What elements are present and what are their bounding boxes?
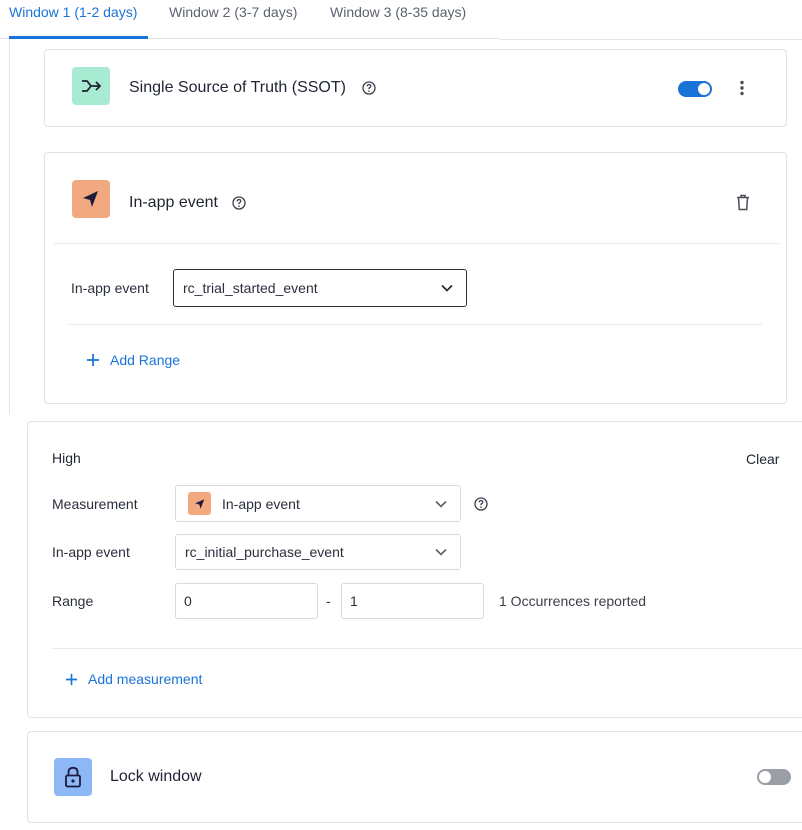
plus-icon [65,673,78,685]
measurement-select[interactable]: In-app event [175,485,461,522]
measurement-label: Measurement [52,496,138,512]
ssot-toggle[interactable] [678,81,712,97]
inapp-event-card: In-app event In-app event rc_trial_start… [44,152,787,404]
clear-button[interactable]: Clear [746,451,779,467]
toggle-knob [698,83,710,95]
chevron-down-icon [435,548,447,556]
navigation-arrow-icon [188,492,211,515]
ssot-title: Single Source of Truth (SSOT) [129,79,346,96]
tab-window-3[interactable]: Window 3 (8-35 days) [330,4,466,20]
select-value: rc_trial_started_event [183,280,318,296]
high-title: High [52,450,81,466]
divider [69,324,762,325]
inapp-event-label: In-app event [52,544,130,560]
inapp-card-title: In-app event [129,194,218,211]
merge-arrows-icon [72,67,110,105]
window-tabs: Window 1 (1-2 days) Window 2 (3-7 days) … [0,0,500,39]
occurrences-text: 1 Occurrences reported [499,593,647,609]
range-to-input[interactable] [341,583,484,619]
help-icon[interactable] [474,497,488,511]
divider [500,39,802,40]
tab-window-1[interactable]: Window 1 (1-2 days) [9,4,137,20]
trash-icon[interactable] [736,194,750,211]
add-range-label: Add Range [110,352,181,368]
inapp-event-select[interactable]: rc_trial_started_event [173,269,467,307]
plus-icon [87,354,99,366]
add-measurement-button[interactable]: Add measurement [65,671,202,687]
range-from-input[interactable] [175,583,318,619]
divider [52,648,802,649]
divider [54,243,779,244]
toggle-knob [759,771,771,783]
range-separator: - [326,593,331,609]
chevron-down-icon [441,284,453,292]
ssot-card: Single Source of Truth (SSOT) [44,49,787,127]
high-card: High Clear Measurement In-app event In-a… [27,421,802,718]
more-options-icon[interactable] [739,80,745,96]
range-label: Range [52,593,94,609]
inapp-event-label: In-app event [71,280,149,296]
select-value: In-app event [222,495,300,512]
tab-window-2[interactable]: Window 2 (3-7 days) [169,4,297,20]
help-icon[interactable] [232,196,246,210]
lock-icon [54,758,92,796]
chevron-down-icon [435,500,447,508]
lock-window-toggle[interactable] [757,769,791,785]
add-measurement-label: Add measurement [88,671,203,687]
add-range-button[interactable]: Add Range [86,352,180,368]
active-tab-indicator [9,36,148,39]
lock-window-title: Lock window [110,768,202,785]
select-value: rc_initial_purchase_event [185,544,344,560]
navigation-arrow-icon [72,180,110,218]
divider [9,39,10,414]
inapp-event-select[interactable]: rc_initial_purchase_event [175,534,461,570]
help-icon[interactable] [362,81,376,95]
lock-window-card: Lock window [27,731,802,823]
